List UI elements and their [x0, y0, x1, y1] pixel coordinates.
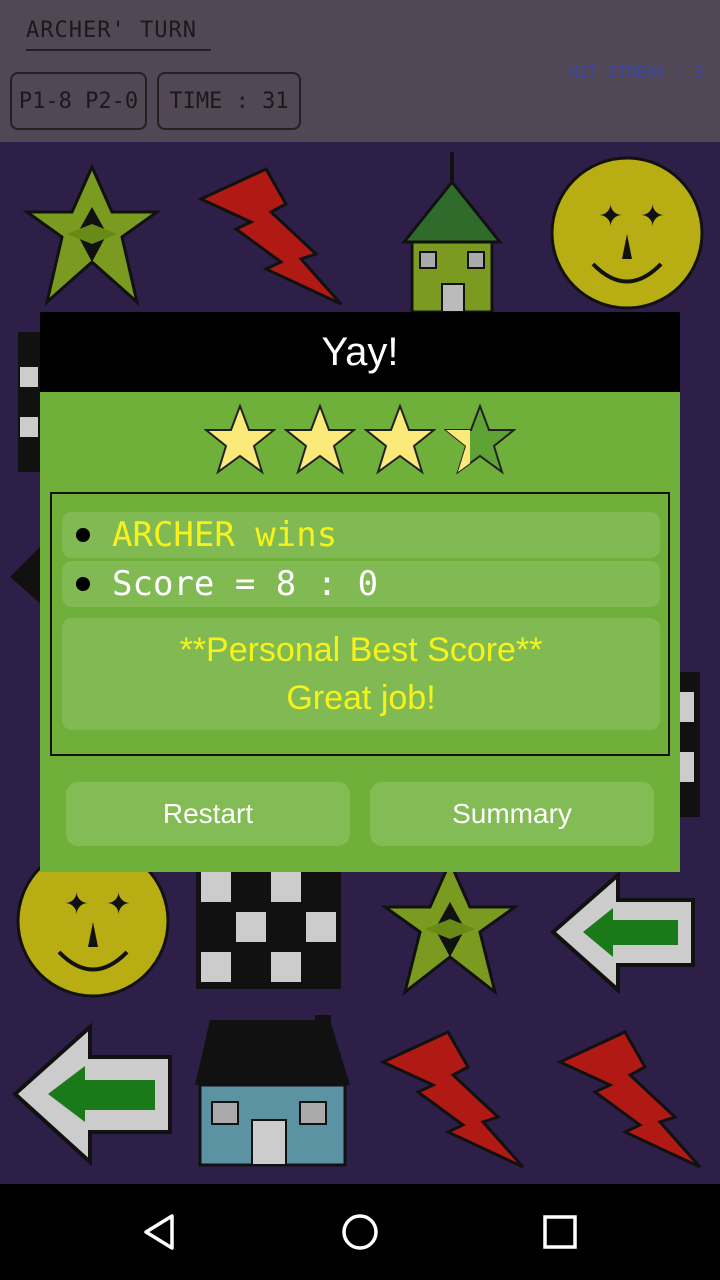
recents-icon[interactable] [530, 1202, 590, 1262]
star-rating [40, 404, 680, 484]
result-dialog: Yay! ARCHER wins Score = 8 : 0 **Persona… [40, 312, 680, 872]
star-icon[interactable] [22, 162, 162, 307]
turn-label: ARCHER' TURN [26, 18, 211, 51]
svg-text:✦: ✦ [640, 199, 665, 234]
summary-button[interactable]: Summary [370, 782, 654, 846]
bullet-icon [76, 528, 90, 542]
star-filled-icon [284, 404, 356, 475]
restart-button[interactable]: Restart [66, 782, 350, 846]
svg-text:✦: ✦ [106, 887, 131, 922]
personal-best-line: **Personal Best Score** [179, 631, 543, 669]
back-icon[interactable] [130, 1202, 190, 1262]
system-nav-bar [0, 1184, 720, 1280]
star-half-icon [444, 404, 516, 475]
winner-text: ARCHER wins [112, 515, 338, 555]
hit-streak-label: HIT STREAK : 3 [569, 62, 704, 81]
final-score-text: Score = 8 : 0 [112, 564, 379, 604]
lightning-icon[interactable] [555, 1027, 705, 1172]
player-score-display: P1-8 P2-0 [10, 72, 147, 130]
bullet-icon [76, 577, 90, 591]
personal-best-message: **Personal Best Score** Great job! [62, 618, 660, 730]
star-filled-icon [204, 404, 276, 475]
lightning-icon[interactable] [378, 1027, 528, 1172]
lightning-icon[interactable] [196, 164, 346, 309]
dialog-title: Yay! [40, 312, 680, 392]
house-icon[interactable] [190, 1010, 355, 1170]
home-icon[interactable] [330, 1202, 390, 1262]
timer-display: TIME : 31 [157, 72, 301, 130]
svg-text:✦: ✦ [598, 199, 623, 234]
arrow-icon[interactable] [10, 1022, 175, 1167]
arrow-icon[interactable] [548, 870, 698, 995]
svg-text:✦: ✦ [64, 887, 89, 922]
score-row: Score = 8 : 0 [62, 561, 660, 607]
star-icon[interactable] [380, 857, 520, 997]
house-icon[interactable] [400, 152, 505, 314]
smiley-icon[interactable]: ✦ ✦ [548, 154, 706, 312]
great-job-line: Great job! [286, 679, 436, 717]
star-filled-icon [364, 404, 436, 475]
result-box: ARCHER wins Score = 8 : 0 **Personal Bes… [50, 492, 670, 756]
checker-icon[interactable] [196, 867, 341, 989]
game-header: ARCHER' TURN P1-8 P2-0 TIME : 31 HIT STR… [0, 0, 720, 142]
winner-row: ARCHER wins [62, 512, 660, 558]
